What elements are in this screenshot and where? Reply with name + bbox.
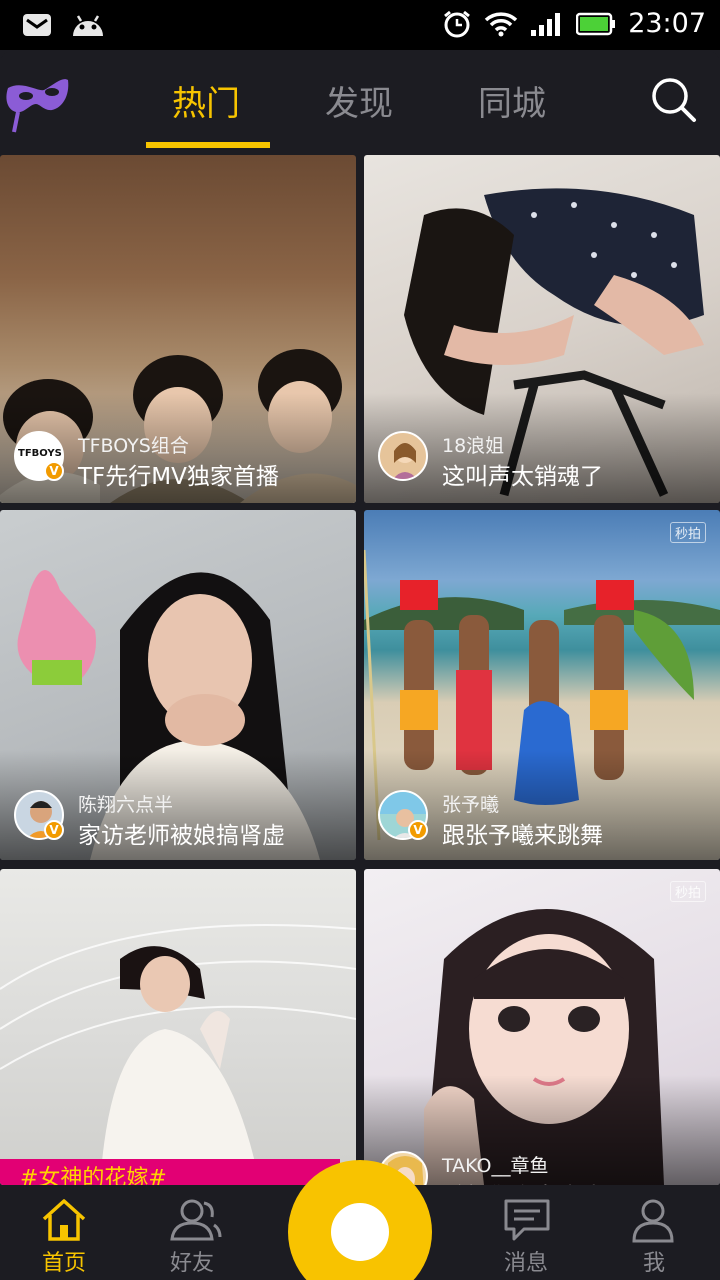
video-title: 家访老师被娘搞肾虚 [78, 823, 285, 849]
battery-icon [576, 12, 616, 35]
video-card[interactable]: #女神的花嫁# [0, 869, 356, 1185]
video-thumbnail [0, 869, 356, 1185]
status-bar: 23:07 [0, 0, 720, 50]
video-title: 这叫声太销魂了 [442, 464, 603, 490]
nav-home-label: 首页 [41, 1251, 86, 1276]
video-title: TF先行MV独家首播 [78, 464, 279, 490]
profile-icon [632, 1199, 674, 1243]
nav-messages-label: 消息 [503, 1251, 548, 1276]
username[interactable]: TFBOYS组合 [78, 431, 189, 458]
video-card[interactable]: 18浪姐 这叫声太销魂了 [364, 155, 720, 503]
miaopai-tag: 秒拍 [669, 522, 706, 543]
mail-notification-icon [23, 14, 51, 36]
android-notification-icon [73, 15, 103, 36]
search-icon[interactable] [650, 76, 698, 124]
username[interactable]: 陈翔六点半 [78, 790, 173, 817]
username[interactable]: 18浪姐 [442, 431, 504, 458]
tab-discover[interactable]: 发现 [325, 76, 393, 125]
message-icon [504, 1199, 550, 1241]
tab-hot[interactable]: 热门 [172, 76, 240, 125]
alarm-icon [444, 10, 471, 37]
verified-badge-icon: V [44, 820, 64, 840]
signal-icon [531, 12, 561, 36]
video-title: 跟张予曦来跳舞 [442, 823, 603, 849]
topic-banner[interactable]: #女神的花嫁# [0, 1159, 340, 1185]
video-card[interactable]: 秒拍 V 张予曦 跟张予曦来跳舞 [364, 510, 720, 860]
verified-badge-icon: V [44, 461, 64, 481]
friends-icon [170, 1199, 222, 1241]
wifi-icon [484, 11, 518, 36]
video-card[interactable]: 秒拍 TAKO__章鱼 希望你会喜欢我 [364, 869, 720, 1185]
avatar-text: TFBOYS [18, 448, 62, 459]
verified-badge-icon: V [408, 820, 428, 840]
top-header: 热门 发现 同城 [0, 50, 720, 148]
nav-me-label: 我 [642, 1251, 665, 1276]
username[interactable]: TAKO__章鱼 [442, 1151, 549, 1178]
video-card[interactable]: TFBOYS V TFBOYS组合 TF先行MV独家首播 [0, 155, 356, 503]
home-icon [42, 1199, 86, 1241]
record-button-inner [331, 1203, 389, 1261]
tab-nearby[interactable]: 同城 [478, 76, 546, 125]
active-tab-indicator [146, 142, 270, 148]
clock: 23:07 [628, 8, 706, 39]
video-title: 希望你会喜欢我 [442, 1177, 603, 1185]
video-card[interactable]: V 陈翔六点半 家访老师被娘搞肾虚 [0, 510, 356, 860]
mask-logo-icon[interactable] [4, 74, 70, 136]
nav-friends-label: 好友 [169, 1251, 214, 1276]
username[interactable]: 张予曦 [442, 790, 499, 817]
miaopai-tag: 秒拍 [669, 881, 706, 902]
avatar[interactable] [378, 431, 428, 481]
